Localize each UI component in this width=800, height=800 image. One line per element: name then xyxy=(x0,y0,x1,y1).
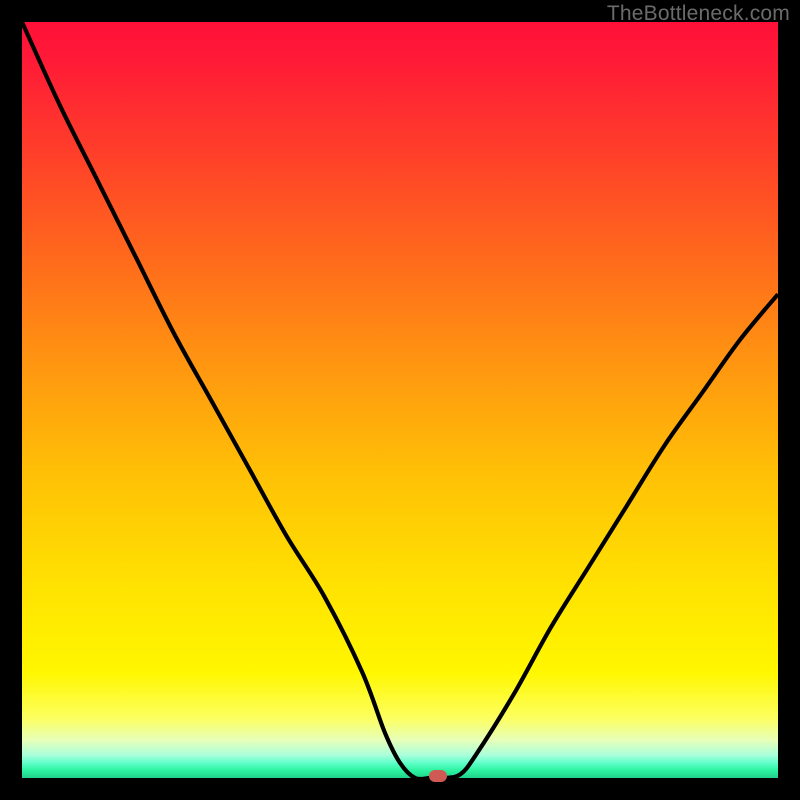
watermark-text: TheBottleneck.com xyxy=(607,2,790,26)
optimal-point-marker xyxy=(429,770,447,782)
plot-area xyxy=(22,22,778,778)
chart-frame: TheBottleneck.com xyxy=(0,0,800,800)
bottleneck-curve xyxy=(22,22,778,778)
